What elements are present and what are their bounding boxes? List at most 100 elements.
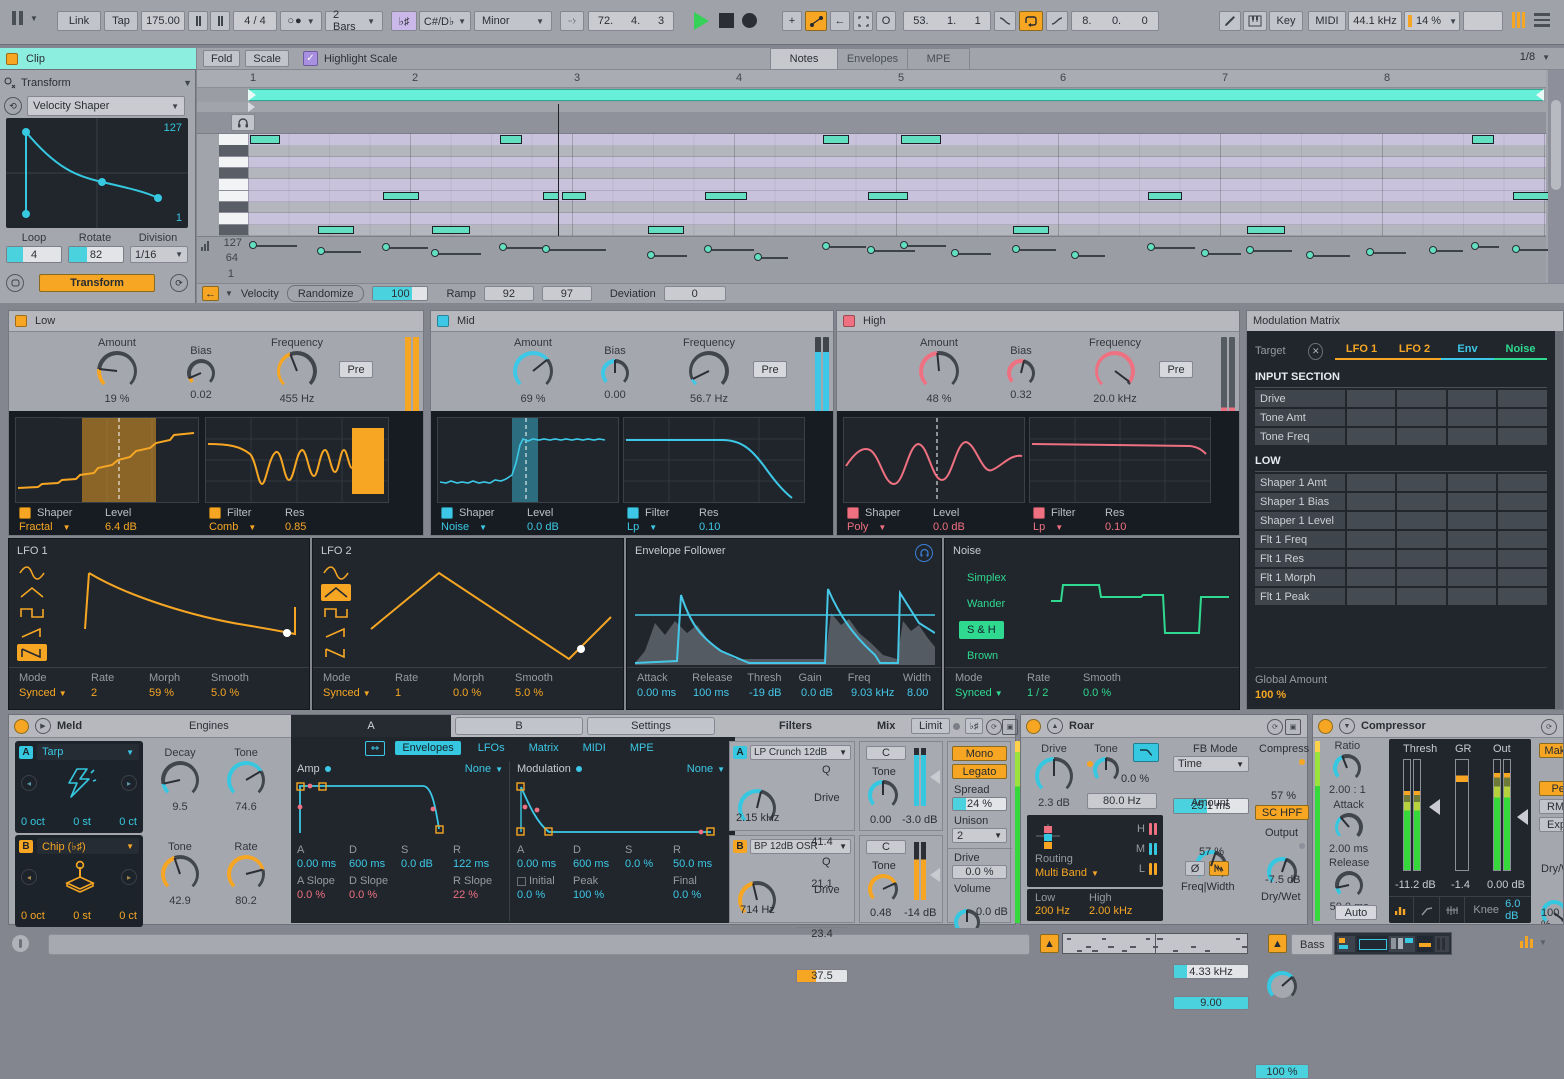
matrix-cell[interactable] [1347,428,1396,445]
matrix-cell[interactable] [1448,569,1497,586]
matrix-row-label[interactable]: Tone Freq [1255,428,1345,445]
clip-color-swatch[interactable] [6,53,18,65]
velocity-marker[interactable] [1370,252,1406,254]
expand-button[interactable]: Expand [1539,817,1564,832]
subtab-mpe[interactable]: MPE [623,741,661,755]
lfo1-smooth-field[interactable]: 5.0 % [211,687,239,699]
matrix-scrollbar[interactable] [1555,331,1563,709]
mod-attack-field[interactable]: 0.00 ms [517,858,573,870]
loop-start-marker[interactable] [248,89,256,101]
crossover-low-field[interactable]: 200 Hz [1035,905,1070,917]
matrix-cell[interactable] [1347,409,1396,426]
roar-drive-knob[interactable] [1035,757,1073,795]
matrix-cell[interactable] [1498,493,1547,510]
piano-key[interactable] [219,168,248,180]
link-button[interactable]: Link [57,11,101,31]
loop-toggle[interactable] [1019,11,1043,31]
piano-key[interactable] [219,213,248,225]
matrix-cell[interactable] [1448,493,1497,510]
compressor-hotswap-icon[interactable]: ⟳ [1541,719,1557,735]
velocity-marker[interactable] [904,245,946,247]
record-button[interactable] [742,13,757,28]
velocity-marker[interactable] [1310,255,1350,257]
follow-icon[interactable] [560,11,584,31]
velocity-marker[interactable] [253,245,297,247]
lfo1-mode-menu[interactable]: Synced ▼ [19,687,91,699]
meld-fold-icon[interactable]: ▶ [35,718,51,734]
velocity-marker[interactable] [1475,246,1499,248]
master-meter-icon[interactable]: ▼ [1520,936,1547,948]
matrix-row-label[interactable]: Flt 1 Res [1255,550,1345,567]
engine-b-ct[interactable]: 0 ct [119,910,137,922]
spread-field[interactable]: 24 % [952,797,1007,811]
fb-invert-icon[interactable]: Ø [1185,861,1205,876]
roar-activator[interactable] [1026,719,1041,734]
piano-key[interactable] [219,157,248,169]
matrix-cell[interactable] [1498,588,1547,605]
piano-key[interactable] [219,202,248,214]
high-filter-toggle[interactable] [1033,507,1045,519]
tempo-field[interactable]: 175.00 [141,11,185,31]
limit-button[interactable]: Limit [911,718,950,734]
sine-wave-icon[interactable] [17,564,47,581]
mid-bias-knob[interactable] [601,359,629,387]
matrix-cell[interactable] [1498,474,1547,491]
engine-b-prev-icon[interactable]: ◂ [21,869,37,885]
matrix-cell[interactable] [1397,531,1446,548]
sidechain-listen-icon[interactable] [915,544,933,562]
menu-icon[interactable] [1534,13,1550,27]
threshold-slider[interactable] [1429,799,1440,815]
makeup-button[interactable]: Makeup [1539,743,1564,758]
high-pre-button[interactable]: Pre [1159,361,1193,378]
roar-tone-freq-field[interactable]: 80.0 Hz [1087,793,1157,809]
cpu-meter[interactable]: 14 %▼ [1404,11,1460,31]
ramp-end-field[interactable]: 97 [542,286,592,301]
meld-save-icon[interactable]: ▣ [1002,719,1018,735]
roar-hotswap-icon[interactable]: ⟳ [1267,719,1283,735]
activity-view-icon[interactable] [1440,897,1465,923]
fb-time-field[interactable]: 25.1 ms [1173,798,1249,814]
envf-release-field[interactable]: 100 ms [693,687,749,699]
low-filter-type-menu[interactable]: Comb▼ [209,521,256,533]
lfo2-display[interactable] [359,559,617,668]
transform-tool-menu[interactable]: Velocity Shaper▼ [27,96,185,116]
grid-resolution-menu[interactable]: 1/8▼ [1520,51,1550,63]
matrix-cell[interactable] [1448,588,1497,605]
velocity-dot[interactable] [1246,246,1254,254]
quantize-menu[interactable]: 2 Bars▼ [325,11,383,31]
piano-key[interactable] [219,179,248,191]
matrix-cell[interactable] [1498,390,1547,407]
scale-aware-icon[interactable]: ♭♯ [965,718,983,734]
velocity-dot[interactable] [1071,251,1079,259]
fb-freq-field[interactable]: 4.33 kHz [1173,964,1249,979]
grid-row[interactable] [248,202,1546,214]
preview-headphone-icon[interactable] [231,114,255,131]
engine-b-menu[interactable]: Chip (♭♯)▼ [37,838,139,854]
matrix-cell[interactable] [1397,512,1446,529]
engine-a-menu[interactable]: Tarp▼ [37,744,139,760]
velocity-marker[interactable] [503,247,543,249]
mid-filter-res-field[interactable]: 0.10 [699,521,720,533]
matrix-cell[interactable] [1397,493,1446,510]
low-frequency-knob[interactable] [277,351,317,391]
lane-arrow-button[interactable]: ← [202,286,219,301]
velocity-dot[interactable] [431,249,439,257]
attack-knob[interactable] [1335,813,1363,841]
matrix-cell[interactable] [1397,588,1446,605]
velocity-marker[interactable] [546,249,606,251]
velocity-dot[interactable] [867,246,875,254]
matrix-cell[interactable] [1347,390,1396,407]
matrix-cell[interactable] [1347,512,1396,529]
roar-fold-icon[interactable]: ▲ [1047,718,1063,734]
key-map-button[interactable]: Key [1269,11,1303,31]
mono-button[interactable]: Mono [952,746,1007,761]
matrix-cell[interactable] [1448,409,1497,426]
lfo1-morph-field[interactable]: 59 % [149,687,211,699]
envf-width-field[interactable]: 8.00 [907,687,928,699]
engine-a-oct[interactable]: 0 oct [21,816,45,828]
redo-transform-icon[interactable]: ⟳ [170,274,188,292]
new-midi-track-icon[interactable]: + [782,11,802,31]
triangle-wave-icon[interactable] [17,584,47,601]
ramp-up-wave-icon[interactable] [17,624,47,641]
stop-button[interactable] [719,13,734,28]
